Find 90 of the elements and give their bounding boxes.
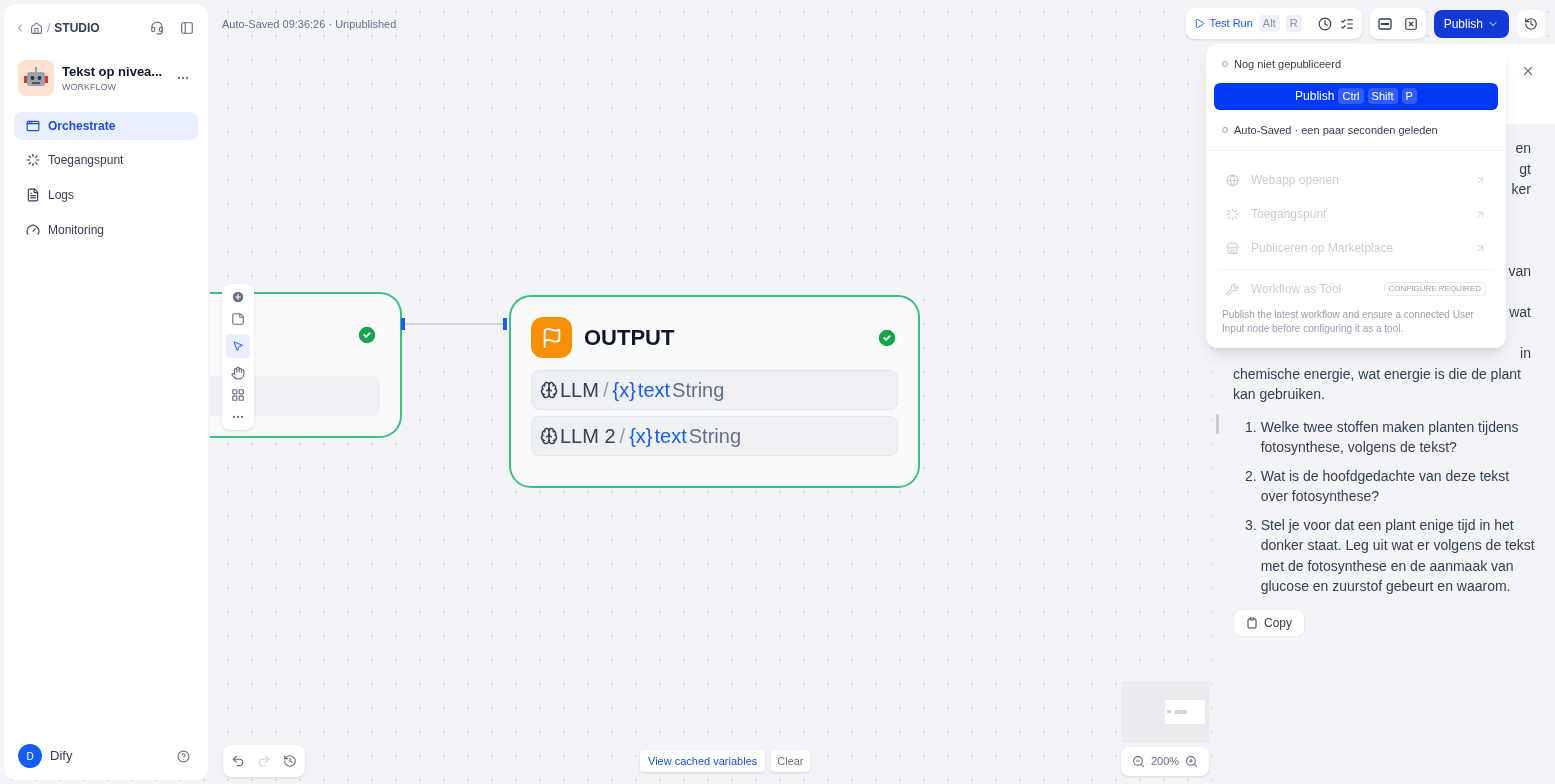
home-icon[interactable] [30,21,43,35]
test-run-button[interactable]: Test Run Alt R [1194,15,1302,32]
text-fragment: ker [1511,180,1531,199]
shortcut-key: Shift [1367,87,1398,105]
save-status: Auto-Saved 09:36:26 · Unpublished [222,17,397,32]
text-fragment: in [1520,344,1531,363]
autosave-status: Auto-Saved · een paar seconden geleden [1234,122,1438,138]
checklist-icon[interactable] [1339,16,1354,31]
status-badge: CONFIGURE REQUIRED [1383,282,1486,296]
menu-note: Publish the latest workflow and ensure a connected User Input node before configuring it as a tool. [1221,308,1475,336]
text-fragment: en [1515,139,1531,158]
publish-status: Nog niet gepubliceerd [1234,57,1342,72]
headset-icon[interactable] [150,21,164,35]
wrench-icon [1226,282,1239,296]
breadcrumb-separator: / [47,20,51,37]
globe-icon [1226,173,1239,187]
source-node-label: LLM [560,378,599,403]
hand-icon[interactable] [231,366,245,380]
copy-button[interactable]: Copy [1233,608,1305,637]
help-icon[interactable] [177,749,190,763]
nav-item[interactable]: Toegangspunt [14,144,198,175]
clipboard-icon [1246,616,1258,629]
question-text: Wat is de hoofdgedachte van deze tekst over fotosynthese? [1260,466,1511,506]
burst-icon [1226,207,1239,221]
variable-type: String [688,424,741,449]
node-title: OUTPUT [584,324,675,352]
path-separator: / [619,424,626,449]
nav-item[interactable]: Orchestrate [14,112,198,140]
document-icon [26,187,40,202]
history-icon [1524,16,1538,31]
variable-marker: {x} [629,424,653,449]
minimap-viewport [1165,700,1205,724]
list-number: 3. [1245,515,1257,535]
variable-type: String [672,378,725,403]
gauge-icon [26,222,40,237]
env-icon[interactable] [1377,17,1392,30]
window-icon [26,119,40,133]
history-icon[interactable] [283,754,297,768]
add-icon[interactable] [231,290,245,304]
text-fragment: wat [1509,303,1531,322]
user-name: Dify [50,747,73,766]
shortcut-key: Ctrl [1338,87,1364,105]
variable-name: text [637,378,671,403]
list-number: 2. [1245,466,1257,486]
zoom-out-icon[interactable] [1131,755,1145,768]
burst-icon [26,152,40,167]
variable-marker: {x} [612,378,636,403]
publish-button[interactable]: Publish [1433,9,1509,38]
panel-toggle-icon[interactable] [180,21,194,35]
pointer-icon [232,340,244,352]
variable-icon[interactable] [1403,16,1418,31]
zoom-in-icon[interactable] [1185,755,1199,768]
question-text: Stel je voor dat een plant enige tijd in het donker staat. Leg uit wat er volgens de tekst met de fotosynthese en de aanmaak van glucose en zuurstof gebeurt en waarom. [1260,515,1535,596]
pointer-tool[interactable] [226,334,250,358]
app-type: WORKFLOW [62,81,117,94]
play-icon [1194,18,1206,29]
store-icon [1226,241,1239,255]
robot-icon [24,67,48,89]
brain-icon [540,381,558,399]
nav-item[interactable]: Logs [14,179,198,210]
shortcut-key: R [1285,15,1302,32]
clock-icon[interactable] [1317,16,1332,31]
breadcrumb-label[interactable]: STUDIO [54,19,100,37]
clear-button[interactable]: Clear [771,750,810,772]
text-fragment: van [1508,262,1531,281]
history-button[interactable] [1517,9,1545,38]
result-paragraph: chemische energie, wat energie is die de plant kan gebruiken. [1232,364,1522,404]
list-number: 1. [1245,417,1257,437]
text-fragment: gt [1519,159,1531,179]
note-icon[interactable] [231,312,245,326]
undo-icon[interactable] [231,754,245,768]
question-text: Welke twee stoffen maken planten tijdens fotosynthese, volgens de tekst? [1260,417,1520,457]
source-node-label: LLM 2 [560,424,616,449]
output-node[interactable]: OUTPUT LLM / {x}textString LLM 2 / {x}textString [509,295,920,488]
success-icon [876,326,898,349]
shortcut-key: Alt [1258,15,1280,32]
success-icon [356,324,378,346]
app-name: Tekst op nivea... [62,62,163,81]
close-icon[interactable] [1521,64,1535,78]
layout-icon[interactable] [231,388,245,402]
zoom-level[interactable]: 200% [1150,753,1180,770]
publish-now-button[interactable]: Publish Ctrl Shift P [1214,82,1498,110]
user-avatar[interactable]: D [18,744,42,768]
path-separator: / [602,378,609,403]
view-cached-variables-button[interactable]: View cached variables [640,750,766,772]
resize-handle[interactable] [1216,414,1219,434]
shortcut-key: P [1401,87,1417,105]
variable-name: text [654,424,687,449]
brain-icon [540,427,558,445]
nav-item[interactable]: Monitoring [14,214,198,245]
